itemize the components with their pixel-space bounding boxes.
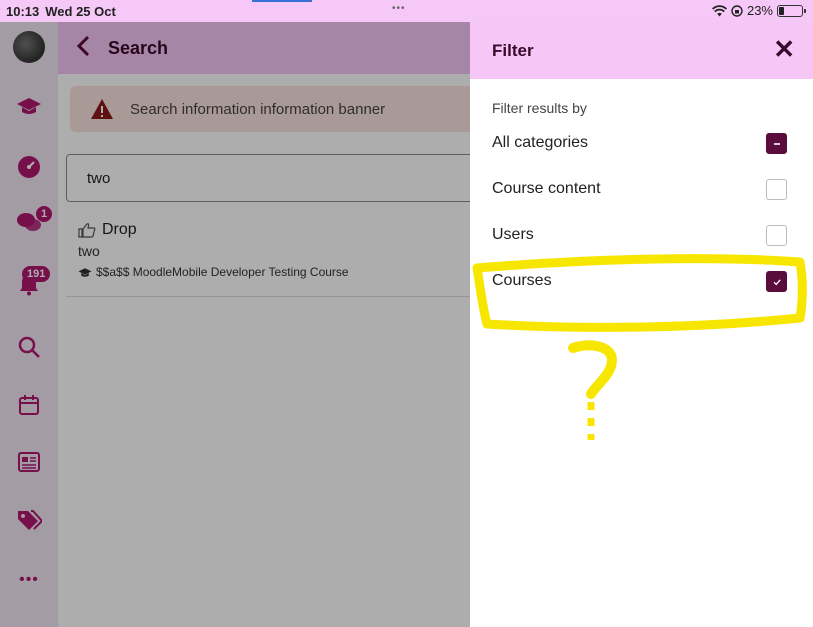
status-date: Wed 25 Oct <box>45 3 116 19</box>
battery-icon <box>777 4 806 17</box>
filter-option-all-categories[interactable]: All categories <box>470 120 813 166</box>
status-right: 23% <box>711 3 806 18</box>
checkbox-unchecked[interactable] <box>766 225 787 246</box>
rotation-lock-icon <box>731 4 743 17</box>
multitask-dots[interactable]: ••• <box>392 3 406 14</box>
modal-backdrop[interactable] <box>0 22 470 627</box>
filter-option-label: Course content <box>492 180 601 197</box>
checkmark-icon <box>773 278 781 285</box>
wifi-icon <box>711 4 727 16</box>
filter-option-course-content[interactable]: Course content <box>470 166 813 212</box>
close-button[interactable]: ✕ <box>773 34 795 64</box>
filter-option-label: Courses <box>492 272 552 289</box>
filter-header: Filter ✕ <box>470 22 813 79</box>
status-time: 10:13 <box>6 3 40 19</box>
url-indicator <box>252 0 312 2</box>
checkbox-indeterminate[interactable] <box>766 133 787 154</box>
filter-option-label: Users <box>492 226 534 243</box>
checkbox-checked[interactable] <box>766 271 787 292</box>
status-bar: 10:13 Wed 25 Oct ••• 23% <box>0 0 813 22</box>
filter-title: Filter <box>492 40 534 60</box>
filter-subtitle: Filter results by <box>492 100 587 116</box>
filter-option-courses[interactable]: Courses <box>470 258 813 304</box>
filter-option-label: All categories <box>492 134 589 151</box>
minus-icon <box>773 142 780 145</box>
battery-percent: 23% <box>746 3 773 18</box>
filter-panel: Filter ✕ Filter results by All categorie… <box>470 22 813 627</box>
checkbox-unchecked[interactable] <box>766 179 787 200</box>
filter-option-users[interactable]: Users <box>470 212 813 258</box>
close-icon: ✕ <box>773 34 795 64</box>
